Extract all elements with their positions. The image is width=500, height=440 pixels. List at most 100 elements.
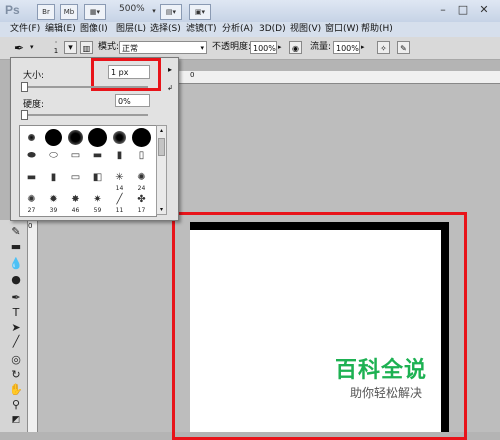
chevron-down-icon[interactable]: ▾ — [150, 4, 158, 18]
brush-preset-panel: 大小: 1 px ▸ ↲ 硬度: 0% ⬬ ⬭ ▭ ▬ ▮ ▯ ▬ ▮ ▭ ◧ … — [10, 57, 179, 221]
brush-preset[interactable]: ▬ — [87, 149, 108, 170]
scroll-up-icon[interactable]: ▴ — [158, 127, 165, 134]
brush-preset[interactable]: ✳ 14 — [109, 171, 130, 192]
flow-dropdown-icon[interactable]: ▸ — [361, 43, 365, 51]
path-selection-icon[interactable]: ➤ — [9, 321, 23, 335]
airbrush-opacity-icon[interactable]: ◉ — [289, 41, 302, 54]
watermark-subtitle: 助你轻松解决 — [350, 386, 423, 400]
3d-rotate-icon[interactable]: ◎ — [9, 353, 23, 367]
minimize-icon[interactable]: – — [435, 3, 451, 17]
brush-preset-number: 59 — [93, 207, 102, 214]
menu-window[interactable]: 窗口(W) — [325, 23, 359, 36]
tablet-pressure-icon[interactable]: ✎ — [397, 41, 410, 54]
ruler-zero-label-vertical: 0 — [28, 222, 33, 230]
brush-preset[interactable]: ▯ — [131, 149, 152, 170]
zoom-tool-icon[interactable]: ⚲ — [9, 398, 23, 412]
menu-select[interactable]: 选择(S) — [150, 23, 181, 36]
dodge-tool-icon[interactable]: ● — [9, 273, 23, 287]
hand-tool-icon[interactable]: ✋ — [9, 383, 23, 397]
toggle-brush-panel-icon[interactable]: ▥ — [80, 41, 93, 54]
hardness-slider-knob[interactable] — [21, 110, 28, 120]
brush-preset-number: 27 — [27, 207, 36, 214]
3d-orbit-icon[interactable]: ↻ — [9, 368, 23, 382]
brush-preset[interactable] — [65, 127, 86, 148]
opacity-input[interactable]: 100% — [250, 41, 277, 54]
menu-layer[interactable]: 图层(L) — [116, 23, 146, 36]
brush-preset-number: 24 — [137, 185, 146, 192]
brush-preset[interactable]: ✺ 27 — [21, 193, 42, 214]
scroll-thumb[interactable] — [158, 138, 165, 156]
brush-tool-icon[interactable]: ✒ — [14, 41, 24, 55]
brush-preset[interactable]: ✸ 46 — [65, 193, 86, 214]
brush-preset[interactable]: ╱ 11 — [109, 193, 130, 214]
menu-file[interactable]: 文件(F) — [10, 23, 40, 36]
hardness-slider-track[interactable] — [23, 114, 148, 116]
blur-tool-icon[interactable]: 💧 — [9, 257, 23, 271]
zoom-level[interactable]: 500% — [119, 4, 145, 14]
app-bar: Ps Br Mb ▦▾ 500% ▾ ▤▾ ▣▾ – □ ✕ — [0, 0, 500, 23]
brush-preset-number: 11 — [115, 207, 124, 214]
type-tool-icon[interactable]: T — [9, 306, 23, 320]
menu-filter[interactable]: 滤镜(T) — [186, 23, 217, 36]
mode-value: 正常 — [122, 44, 138, 53]
close-icon[interactable]: ✕ — [476, 3, 492, 17]
brush-preset[interactable]: ✺ 24 — [131, 171, 152, 192]
panel-menu-icon[interactable]: ▸ — [165, 65, 175, 75]
brush-preset-number: 14 — [115, 185, 124, 192]
brush-size-indicator[interactable]: · 1 — [50, 39, 62, 56]
brush-preset[interactable] — [109, 127, 130, 148]
minibridge-icon[interactable]: Mb — [60, 4, 78, 20]
brush-preset[interactable]: ▮ — [109, 149, 130, 170]
menu-3d[interactable]: 3D(D) — [259, 23, 286, 36]
chevron-down-icon[interactable]: ▾ — [30, 43, 34, 51]
mode-label: 模式: — [98, 42, 120, 52]
bridge-icon[interactable]: Br — [37, 4, 55, 20]
line-tool-icon[interactable]: ╱ — [9, 335, 23, 349]
menu-bar: 文件(F) 编辑(E) 图像(I) 图层(L) 选择(S) 滤镜(T) 分析(A… — [0, 22, 500, 38]
hardness-input[interactable]: 0% — [115, 94, 150, 107]
brush-preset[interactable]: ▬ — [21, 171, 42, 192]
brush-preset[interactable]: ✤ 17 — [131, 193, 152, 214]
maximize-icon[interactable]: □ — [455, 3, 471, 17]
brush-preset[interactable] — [43, 127, 64, 148]
view-extras-icon[interactable]: ▦▾ — [84, 4, 106, 20]
preset-scrollbar[interactable]: ▴ ▾ — [156, 125, 167, 215]
brush-preset[interactable] — [21, 127, 42, 148]
brush-preset[interactable]: ✷ 59 — [87, 193, 108, 214]
pen-tool-icon[interactable]: ✒ — [9, 291, 23, 305]
brush-preset[interactable] — [131, 127, 152, 148]
menu-view[interactable]: 视图(V) — [290, 23, 321, 36]
color-swatch-icon[interactable]: ◩ — [9, 413, 23, 427]
size-slider-track[interactable] — [23, 86, 148, 88]
brush-preset[interactable]: ▮ — [43, 171, 64, 192]
vertical-ruler: 0 — [27, 220, 38, 432]
brush-preset-number: 17 — [137, 207, 146, 214]
brush-preset-number: 39 — [49, 207, 58, 214]
brush-preset[interactable]: ◧ — [87, 171, 108, 192]
brush-preset[interactable]: ✹ 39 — [43, 193, 64, 214]
airbrush-icon[interactable]: ✧ — [377, 41, 390, 54]
photoshop-logo: Ps — [5, 3, 20, 17]
scroll-down-icon[interactable]: ▾ — [158, 206, 165, 213]
gradient-tool-icon[interactable]: ▬ — [9, 240, 23, 254]
horizontal-ruler: 0 — [178, 71, 500, 84]
brush-preset[interactable]: ▭ — [65, 149, 86, 170]
brush-picker-arrow[interactable]: ▾ — [64, 41, 77, 54]
flow-input[interactable]: 100% — [333, 41, 360, 54]
brush-tool-icon[interactable]: ✎ — [9, 225, 23, 239]
size-slider-knob[interactable] — [21, 82, 28, 92]
reset-size-icon[interactable]: ↲ — [167, 84, 173, 92]
menu-analysis[interactable]: 分析(A) — [222, 23, 253, 36]
brush-preset[interactable] — [87, 127, 108, 148]
screen-mode-icon[interactable]: ▣▾ — [189, 4, 211, 20]
brush-preset[interactable]: ⬬ — [21, 149, 42, 170]
menu-image[interactable]: 图像(I) — [80, 23, 108, 36]
brush-preset[interactable]: ▭ — [65, 171, 86, 192]
toolbox: ✎ ▬ 💧 ● ✒ T ➤ ╱ ◎ ↻ ✋ ⚲ ◩ — [0, 220, 28, 432]
menu-edit[interactable]: 编辑(E) — [45, 23, 76, 36]
brush-preset[interactable]: ⬭ — [43, 149, 64, 170]
arrange-icon[interactable]: ▤▾ — [160, 4, 182, 20]
mode-select[interactable]: 正常 ▾ — [119, 41, 207, 54]
menu-help[interactable]: 帮助(H) — [361, 23, 393, 36]
opacity-dropdown-icon[interactable]: ▸ — [278, 43, 282, 51]
